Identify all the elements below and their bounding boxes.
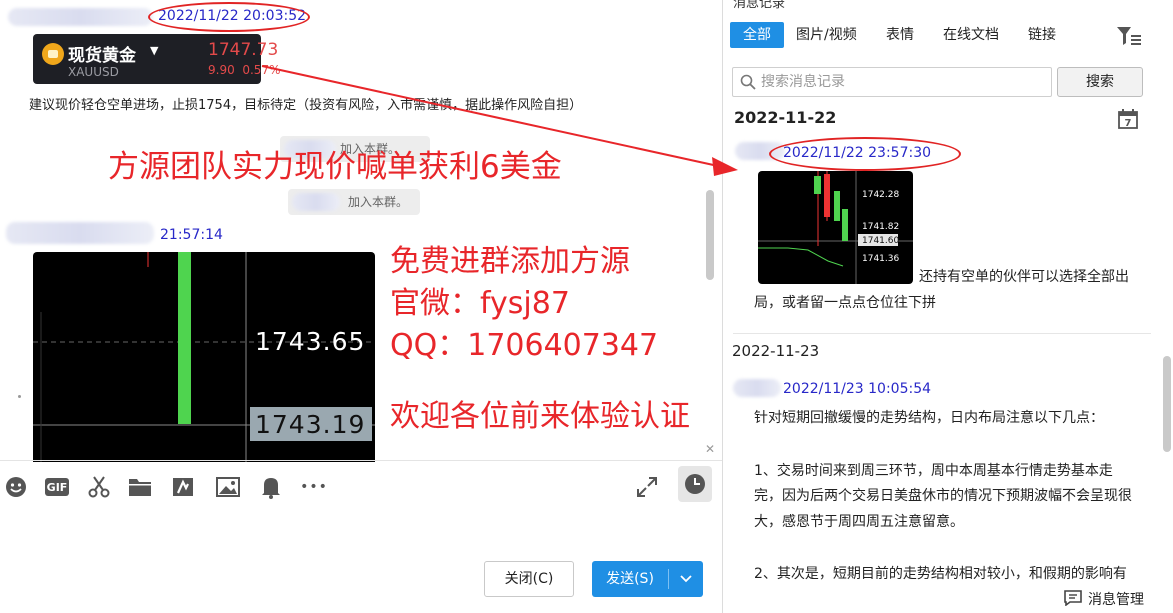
date-separator — [733, 333, 1151, 334]
message-timestamp: 21:57:14 — [160, 227, 223, 243]
price-label-current: 1743.19 — [255, 410, 365, 439]
price-label: 1743.65 — [255, 327, 365, 356]
chat-panel: 2022/11/22 20:03:52 现货黄金 ▼ XAUUSD 1747.7… — [0, 0, 722, 613]
chart-candle — [178, 252, 191, 424]
tick-label-current: 1741.60 — [862, 236, 899, 246]
tick-label: 1742.28 — [862, 190, 899, 200]
annotation-circle — [769, 137, 961, 171]
history-title: 消息记录 — [733, 0, 786, 11]
close-preview-icon[interactable]: ✕ — [705, 442, 715, 456]
promo-line: QQ：1706407347 — [390, 328, 659, 363]
calendar-icon[interactable]: 7 — [1118, 109, 1138, 129]
chevron-down-icon[interactable] — [669, 561, 703, 597]
search-icon — [740, 74, 756, 90]
input-toolbar: GIF ••• — [0, 460, 722, 510]
chart-candle — [824, 174, 830, 217]
scissors-icon[interactable] — [87, 475, 111, 499]
chart-candle — [814, 176, 821, 194]
message-timestamp: 2022/11/23 10:05:54 — [783, 381, 932, 397]
message-line: 完，因为后两个交易日美盘休市的情况下预期波幅不会呈现很 — [754, 488, 1132, 504]
quote-change-value: 9.90 — [208, 63, 235, 77]
gif-icon[interactable]: GIF — [45, 478, 69, 496]
doc-share-icon[interactable] — [171, 475, 195, 499]
history-scrollbar[interactable] — [1163, 356, 1171, 452]
more-icon[interactable]: ••• — [300, 475, 328, 499]
chart-line — [758, 247, 844, 267]
caret-down-icon: ▼ — [150, 44, 159, 57]
search-input[interactable] — [761, 68, 1046, 96]
chat-scrollbar[interactable] — [706, 190, 714, 280]
tab-online-docs[interactable]: 在线文档 — [943, 22, 999, 48]
promo-line: 免费进群添加方源 — [390, 244, 630, 279]
expand-icon[interactable] — [635, 475, 659, 499]
quote-price: 1747.73 — [208, 40, 279, 60]
member-name-blurred — [292, 193, 340, 211]
tab-links[interactable]: 链接 — [1028, 22, 1056, 48]
send-button[interactable]: 发送(S) — [592, 561, 703, 597]
chart-thumbnail[interactable]: 1742.28 1741.82 1741.60 1741.36 — [758, 171, 913, 284]
close-button[interactable]: 关闭(C) — [484, 561, 574, 597]
unread-dot — [18, 395, 21, 398]
gold-coin-icon — [42, 43, 64, 65]
search-button[interactable]: 搜索 — [1057, 67, 1143, 97]
filter-icon[interactable] — [1116, 26, 1142, 46]
history-toggle-button[interactable] — [678, 466, 712, 502]
send-label[interactable]: 发送(S) — [592, 561, 668, 597]
message-manage-label: 消息管理 — [1088, 592, 1144, 608]
date-header: 2022-11-23 — [732, 342, 820, 360]
search-field[interactable] — [732, 67, 1052, 97]
chart-candle — [842, 209, 848, 241]
sender-name-blurred — [8, 8, 153, 26]
message-line: 1、交易时间来到周三环节，周中本周基本行情走势基本走 — [754, 463, 1113, 479]
candlestick-chart-image[interactable]: 1743.65 1743.19 — [33, 252, 375, 462]
message-line: 针对短期回撤缓慢的走势结构，日内布局注意以下几点： — [754, 410, 1104, 426]
folder-icon[interactable] — [128, 475, 152, 499]
bell-icon[interactable] — [259, 475, 283, 499]
quote-name: 现货黄金 — [68, 46, 136, 66]
date-header: 2022-11-22 — [734, 108, 837, 127]
quote-change-pct: 0.57% — [242, 63, 281, 77]
message-text: 局，或者留一点点仓位往下拼 — [754, 295, 936, 311]
chart-candle — [834, 191, 840, 221]
message-text: 还持有空单的伙伴可以选择全部出 — [919, 269, 1129, 285]
message-line: 2、其次是，短期目前的走势结构相对较小，和假期的影响有 — [754, 566, 1127, 582]
quote-change: 9.90 0.57% — [208, 63, 280, 77]
promo-line: 官微：fysj87 — [390, 286, 570, 321]
promo-title: 方源团队实力现价喊单获利6美金 — [108, 149, 562, 185]
chart-svg: 1743.65 1743.19 — [33, 252, 375, 462]
annotation-circle — [148, 2, 310, 32]
emoji-icon[interactable] — [4, 475, 28, 499]
sender-name-blurred — [6, 222, 154, 244]
quote-code: XAUUSD — [68, 65, 119, 79]
clock-icon — [685, 474, 705, 494]
message-history-panel: 消息记录 全部 图片/视频 表情 在线文档 链接 搜索 2022-11-22 7… — [723, 0, 1173, 613]
system-join-text: 加入本群。 — [348, 195, 409, 209]
tick-label: 1741.36 — [862, 254, 899, 264]
chart-svg: 1742.28 1741.82 1741.60 1741.36 — [758, 171, 913, 284]
tab-media[interactable]: 图片/视频 — [796, 22, 857, 48]
tick-label: 1741.82 — [862, 222, 899, 232]
message-line: 大，感恩节于周四周五注意留意。 — [754, 514, 964, 530]
message-manage-icon — [1064, 590, 1082, 607]
image-icon[interactable] — [216, 475, 240, 499]
sender-name-blurred — [733, 379, 781, 397]
calendar-day: 7 — [1125, 118, 1132, 129]
promo-line: 欢迎各位前来体验认证 — [390, 399, 690, 434]
tab-stickers[interactable]: 表情 — [886, 22, 914, 48]
message-text: 建议现价轻仓空单进场，止损1754，目标待定（投资有风险，入市需谨慎，据此操作风… — [29, 98, 583, 113]
gold-quote-card[interactable]: 现货黄金 ▼ XAUUSD 1747.73 9.90 0.57% — [33, 34, 280, 84]
tab-all[interactable]: 全部 — [730, 22, 784, 48]
